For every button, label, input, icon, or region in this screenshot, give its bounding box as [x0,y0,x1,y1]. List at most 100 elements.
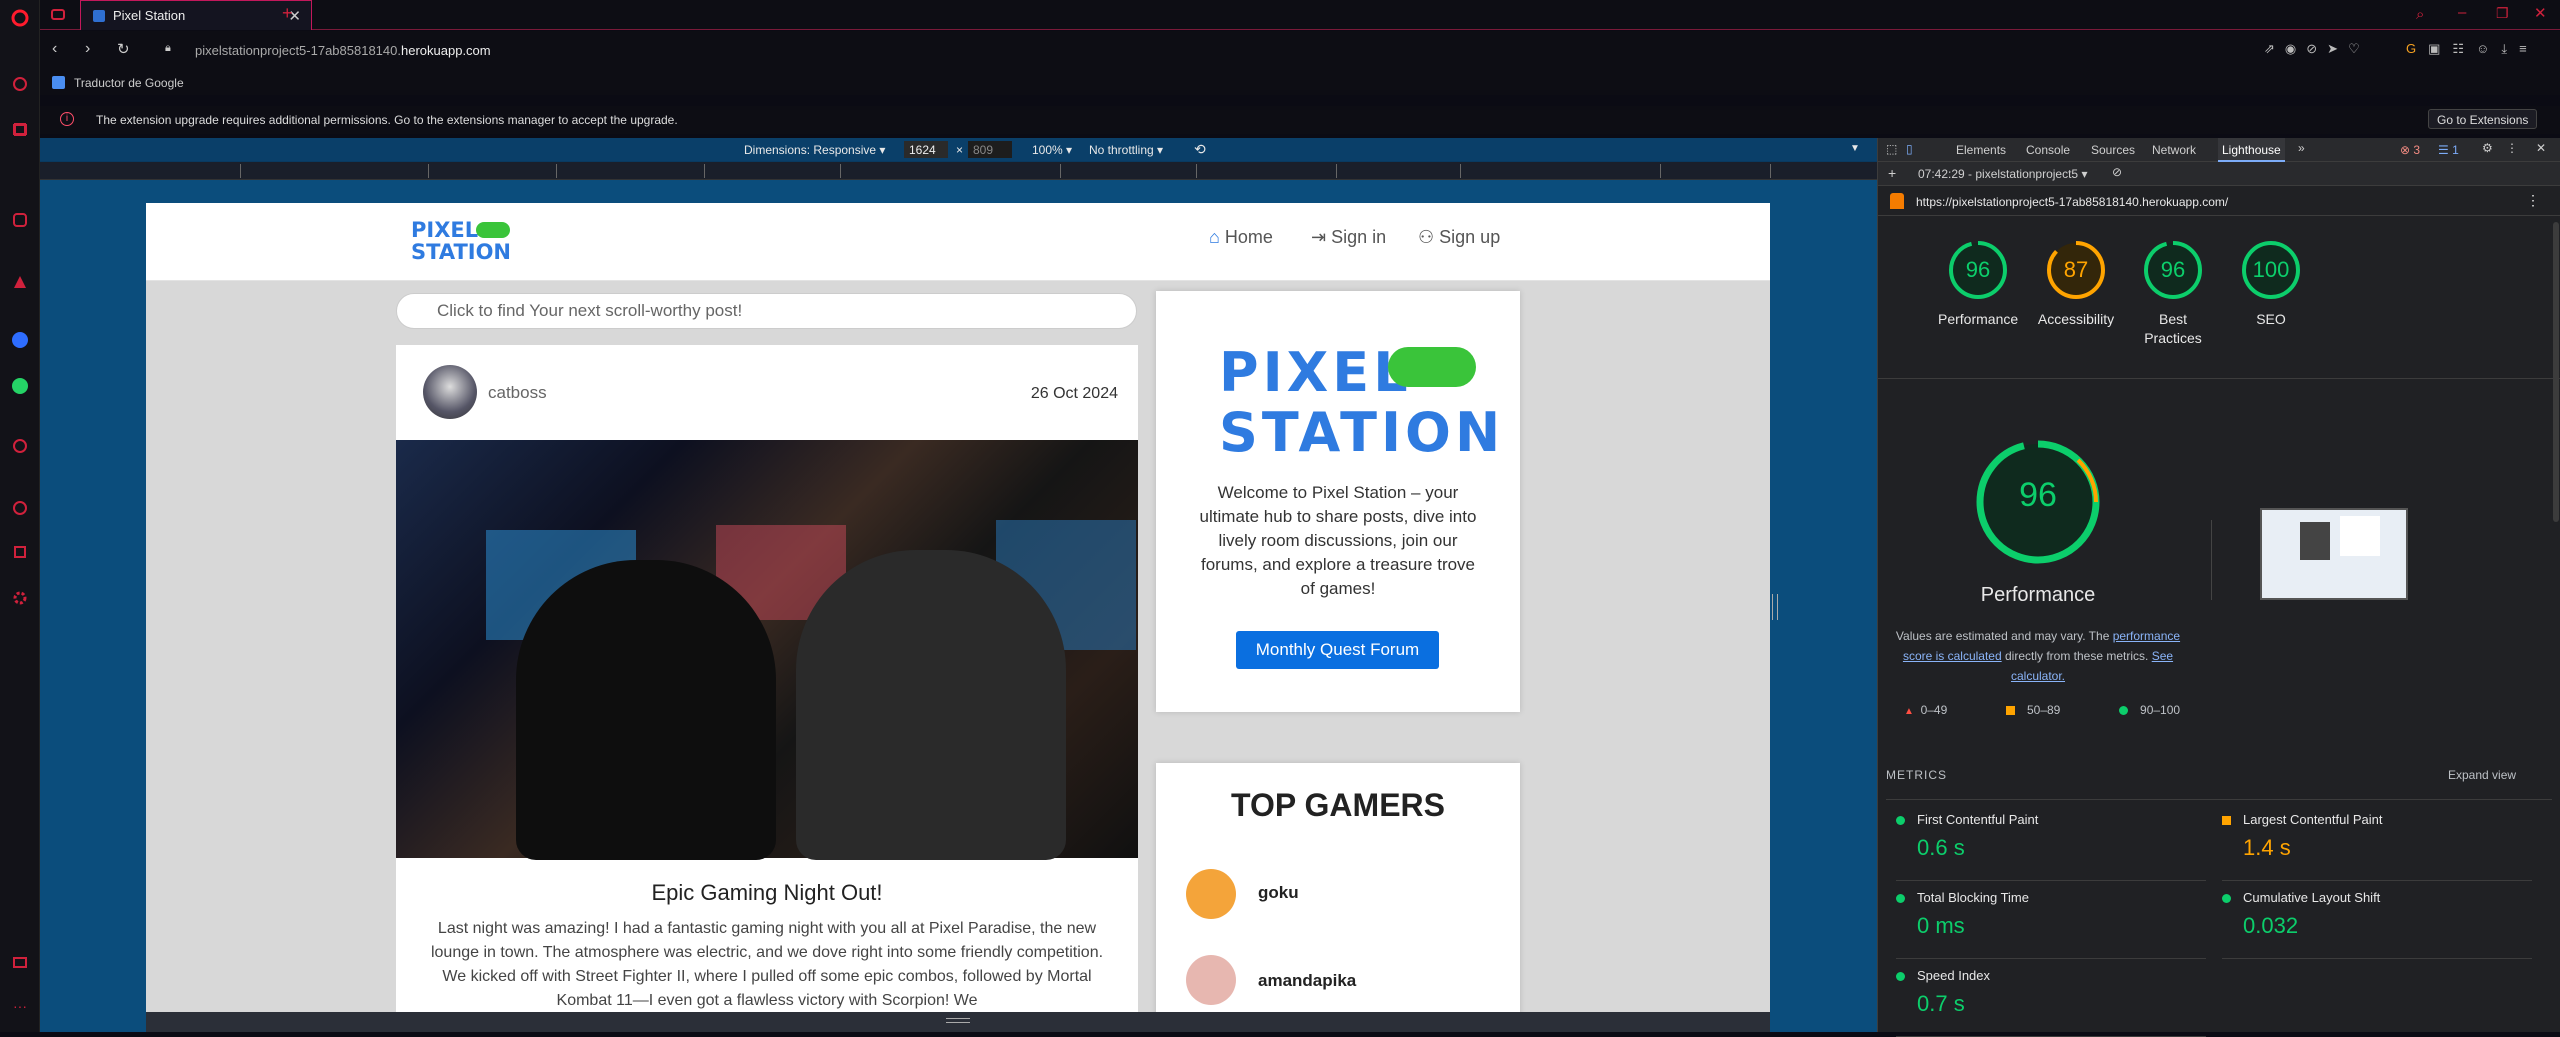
history-icon[interactable] [10,498,30,518]
note-text-2: directly from these metrics. [2001,649,2152,663]
player-icon[interactable] [10,436,30,456]
score-gauge[interactable]: 96 Best Practices [2133,238,2213,348]
tab-network[interactable]: Network [2152,143,2196,157]
clear-reports-icon[interactable]: ⊘ [2112,165,2122,179]
instagram-icon[interactable] [10,210,30,230]
speed-dial-icon[interactable] [10,74,30,94]
close-window-icon[interactable]: ✕ [2534,4,2547,22]
tab-island-icon[interactable] [50,6,66,27]
zoom-dropdown[interactable]: 100% ▾ [1032,143,1072,157]
score-gauge[interactable]: 87 Accessibility [2036,238,2116,329]
more-tabs-icon[interactable]: » [2298,141,2305,155]
url-field[interactable]: pixelstationproject5-17ab85818140.heroku… [195,43,491,58]
profile-icon[interactable]: ☺ [2476,41,2501,56]
opera-logo-icon[interactable] [10,8,30,28]
easy-setup-icon[interactable]: ☷ [2452,41,2476,56]
heart-icon[interactable]: ♡ [2348,41,2370,56]
download-icon[interactable]: ⤓ [2501,41,2519,56]
bookmark-translate[interactable]: Traductor de Google [74,76,184,90]
logo-line2: STATION [411,240,512,264]
tab-console[interactable]: Console [2026,143,2070,157]
score-gauge[interactable]: 96 Performance [1938,238,2018,329]
reload-icon[interactable]: ↻ [117,40,130,58]
go-to-extensions-button[interactable]: Go to Extensions [2428,109,2538,129]
error-count[interactable]: ⊗ 3 [2400,143,2420,157]
throttling-dropdown[interactable]: No throttling ▾ [1089,143,1163,157]
new-report-icon[interactable]: + [1888,165,1896,181]
site-viewport: PIXEL STATION ⌂ Home ⇥ Sign in ⚇ Sign up… [146,203,1770,1012]
pass-circle-icon [1896,816,1905,826]
post-image[interactable] [396,440,1138,860]
whatsapp-icon[interactable] [10,376,30,396]
aria-icon[interactable] [10,272,30,292]
extensions-icon[interactable] [10,542,30,562]
width-input[interactable]: 1624 [904,141,948,158]
share-icon[interactable]: ⇗ [2264,41,2285,56]
tab-pixel-station[interactable]: Pixel Station ✕ [80,0,312,30]
score-gauge[interactable]: 100 SEO [2231,238,2311,329]
gamer-name[interactable]: goku [1258,883,1299,903]
dimensions-dropdown[interactable]: Dimensions: Responsive ▾ [744,143,885,157]
note-text-1: Values are estimated and may vary. The [1895,629,2113,643]
gamer-avatar[interactable] [1186,955,1236,1005]
box-icon[interactable]: ▣ [2428,41,2452,56]
nav-signin[interactable]: ⇥ Sign in [1311,227,1386,248]
devtools-scrollbar[interactable] [2553,222,2559,522]
metric-divider [1896,880,2206,881]
wallet-icon[interactable] [10,952,30,972]
report-menu-icon[interactable]: ⋮ [2526,192,2540,209]
gauge-label: SEO [2256,311,2286,327]
new-tab-icon[interactable]: + [282,3,293,24]
back-icon[interactable]: ‹ [52,40,57,58]
search-input[interactable]: Click to find Your next scroll-worthy po… [396,293,1137,329]
devtools-menu-icon[interactable]: ⋮ [2506,141,2518,155]
block-icon[interactable]: ⊘ [2306,41,2327,56]
nav-home[interactable]: ⌂ Home [1209,227,1273,248]
expand-view-toggle[interactable]: Expand view [2448,768,2516,782]
send-icon[interactable]: ➤ [2327,41,2348,56]
extension-infobar: i The extension upgrade requires additio… [40,106,2560,134]
settings-icon[interactable] [10,588,30,608]
minimize-icon[interactable]: – [2458,4,2466,21]
viewport-resize-bar[interactable] [146,1012,1770,1032]
height-input[interactable]: 809 [968,141,1012,158]
tab-lighthouse[interactable]: Lighthouse [2218,138,2285,162]
nav-signup[interactable]: ⚇ Sign up [1418,227,1500,248]
device-options-icon[interactable]: ▼ [1850,143,1860,154]
gamer-avatar[interactable] [1186,869,1236,919]
translate-icon [52,76,65,89]
page-screenshot-thumbnail[interactable] [2260,508,2408,600]
side-resize-handle[interactable] [1772,594,1778,620]
message-count[interactable]: ☰ 1 [2438,143,2459,157]
ruler-mark [240,164,241,178]
more-icon[interactable]: ··· [10,996,30,1016]
twitch-icon[interactable] [10,120,30,140]
gamer-name[interactable]: amandapika [1258,971,1356,991]
menu-icon[interactable]: ≡ [2519,41,2539,56]
search-tabs-icon[interactable]: ⌕ [2416,6,2424,23]
zoom-label: 100% [1032,143,1063,157]
metrics-divider [1886,799,2552,800]
report-select[interactable]: 07:42:29 - pixelstationproject5 ▾ [1918,167,2087,181]
camera-icon[interactable]: ◉ [2285,41,2306,56]
forward-icon[interactable]: › [85,40,90,58]
tab-elements[interactable]: Elements [1956,143,2006,157]
messenger-icon[interactable] [10,330,30,350]
post-author[interactable]: catboss [488,383,547,403]
metric-name: Cumulative Layout Shift [2243,890,2381,905]
report-url[interactable]: https://pixelstationproject5-17ab8581814… [1916,195,2228,209]
extension-g-icon[interactable]: G [2406,41,2428,56]
tab-sources[interactable]: Sources [2091,143,2135,157]
restore-icon[interactable]: ❐ [2496,5,2509,22]
avatar[interactable] [423,365,477,419]
inspect-icon[interactable]: ⬚ [1886,142,1897,156]
resize-handle-icon[interactable] [946,1018,970,1023]
rotate-icon[interactable]: ⟲ [1194,141,1206,158]
devtools-close-icon[interactable]: ✕ [2536,141,2546,155]
gauge-value: 96 [2160,257,2186,282]
fail-triangle-icon: ▲ [1904,706,1914,717]
devtools-settings-icon[interactable]: ⚙ [2482,141,2493,155]
info-message: The extension upgrade requires additiona… [96,113,678,127]
monthly-quest-button[interactable]: Monthly Quest Forum [1236,631,1439,669]
device-toggle-icon[interactable]: ▯ [1906,142,1913,156]
